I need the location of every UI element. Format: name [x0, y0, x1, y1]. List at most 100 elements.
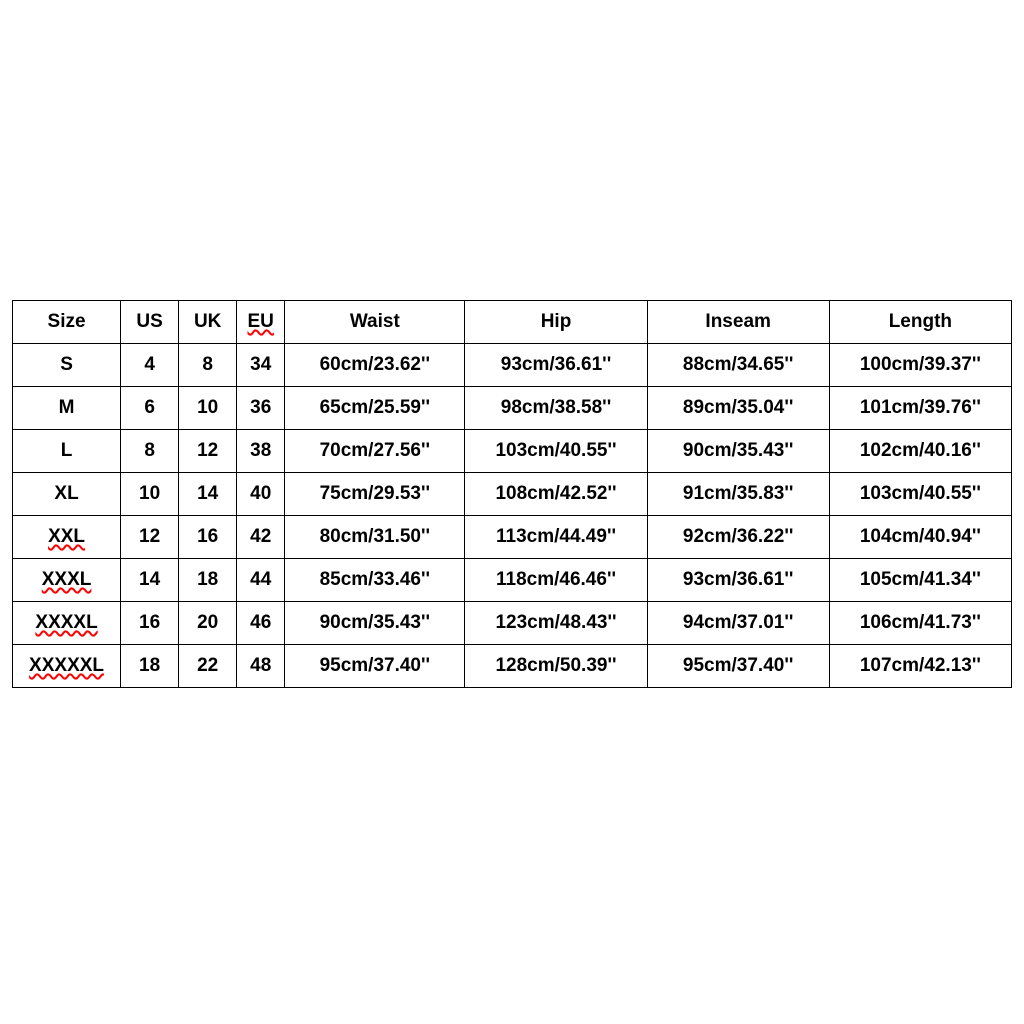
cell-eu: 44	[237, 559, 285, 602]
cell-text: 95cm/37.40''	[320, 655, 430, 676]
cell-text: 70cm/27.56''	[320, 440, 430, 461]
col-header-hip: Hip	[465, 301, 647, 344]
cell-text: 118cm/46.46''	[496, 569, 616, 590]
cell-text: 6	[144, 397, 155, 418]
cell-inseam: 93cm/36.61''	[647, 559, 829, 602]
cell-hip: 123cm/48.43''	[465, 602, 647, 645]
cell-text: 60cm/23.62''	[320, 354, 430, 375]
cell-uk: 12	[179, 430, 237, 473]
cell-text: XXL	[48, 526, 85, 547]
col-header-inseam: Inseam	[647, 301, 829, 344]
cell-length: 105cm/41.34''	[829, 559, 1011, 602]
header-text: EU	[248, 311, 274, 332]
cell-text: 123cm/48.43''	[495, 612, 616, 633]
cell-us: 4	[121, 344, 179, 387]
cell-text: 80cm/31.50''	[320, 526, 430, 547]
cell-text: 88cm/34.65''	[683, 354, 793, 375]
cell-text: 104cm/40.94''	[860, 526, 981, 547]
col-header-eu: EU	[237, 301, 285, 344]
cell-text: 22	[197, 655, 218, 676]
cell-text: 93cm/36.61''	[683, 569, 793, 590]
header-text: Length	[889, 311, 952, 332]
table-row: S 4 8 34 60cm/23.62'' 93cm/36.61'' 88cm/34.65'…	[13, 344, 1012, 387]
table-row: XL10144075cm/29.53''108cm/42.52''91cm/35…	[13, 473, 1012, 516]
cell-uk: 18	[179, 559, 237, 602]
cell-text: 10	[197, 397, 218, 418]
cell-size: XXXL	[13, 559, 121, 602]
cell-text: 94cm/37.01''	[683, 612, 793, 633]
cell-eu: 36	[237, 387, 285, 430]
cell-text: 103cm/40.55''	[860, 483, 981, 504]
cell-length: 102cm/40.16''	[829, 430, 1011, 473]
cell-waist: 80cm/31.50''	[285, 516, 465, 559]
cell-length: 103cm/40.55''	[829, 473, 1011, 516]
cell-text: 18	[197, 569, 218, 590]
cell-us: 10	[121, 473, 179, 516]
cell-text: 8	[202, 354, 213, 375]
cell-uk: 16	[179, 516, 237, 559]
cell-inseam: 94cm/37.01''	[647, 602, 829, 645]
cell-uk: 10	[179, 387, 237, 430]
cell-text: XXXXXL	[29, 655, 104, 676]
cell-us: 6	[121, 387, 179, 430]
cell-eu: 46	[237, 602, 285, 645]
cell-text: 42	[250, 526, 271, 547]
cell-eu: 38	[237, 430, 285, 473]
cell-text: 103cm/40.55''	[495, 440, 616, 461]
header-text: Hip	[541, 311, 572, 332]
cell-waist: 70cm/27.56''	[285, 430, 465, 473]
cell-hip: 118cm/46.46''	[465, 559, 647, 602]
cell-hip: 93cm/36.61''	[465, 344, 647, 387]
cell-text: 38	[250, 440, 271, 461]
cell-text: 128cm/50.39''	[495, 655, 616, 676]
cell-us: 16	[121, 602, 179, 645]
cell-text: 12	[139, 526, 160, 547]
table-row: XXXXXL 18 22 48 95cm/37.40'' 128cm/50.39'' 95c…	[13, 645, 1012, 688]
cell-text: L	[61, 440, 73, 461]
cell-text: 75cm/29.53''	[320, 483, 430, 504]
table-row: M 6 10 36 65cm/25.59'' 98cm/38.58'' 89cm/35.04…	[13, 387, 1012, 430]
cell-uk: 14	[179, 473, 237, 516]
cell-text: 107cm/42.13''	[860, 655, 981, 676]
col-header-length: Length	[829, 301, 1011, 344]
col-header-uk: UK	[179, 301, 237, 344]
cell-hip: 98cm/38.58''	[465, 387, 647, 430]
cell-inseam: 95cm/37.40''	[647, 645, 829, 688]
cell-text: 46	[250, 612, 271, 633]
cell-text: XXXL	[42, 569, 92, 590]
cell-text: 89cm/35.04''	[683, 397, 793, 418]
cell-text: 18	[139, 655, 160, 676]
cell-uk: 20	[179, 602, 237, 645]
cell-text: 65cm/25.59''	[320, 397, 430, 418]
cell-text: 101cm/39.76''	[860, 397, 981, 418]
cell-text: 14	[197, 483, 218, 504]
cell-size: M	[13, 387, 121, 430]
cell-text: 16	[139, 612, 160, 633]
cell-length: 104cm/40.94''	[829, 516, 1011, 559]
table-header-row: Size US UK EU Waist Hip Inseam Length	[13, 301, 1012, 344]
header-text: US	[136, 311, 162, 332]
cell-waist: 90cm/35.43''	[285, 602, 465, 645]
cell-text: 98cm/38.58''	[501, 397, 611, 418]
cell-text: 113cm/44.49''	[496, 526, 616, 547]
cell-length: 101cm/39.76''	[829, 387, 1011, 430]
cell-text: 48	[250, 655, 271, 676]
cell-hip: 108cm/42.52''	[465, 473, 647, 516]
cell-text: 36	[250, 397, 271, 418]
cell-us: 14	[121, 559, 179, 602]
cell-text: 16	[197, 526, 218, 547]
size-chart-table: Size US UK EU Waist Hip Inseam Length S 4…	[12, 300, 1012, 688]
cell-text: 85cm/33.46''	[320, 569, 430, 590]
cell-us: 12	[121, 516, 179, 559]
cell-text: 34	[250, 354, 271, 375]
cell-text: 92cm/36.22''	[683, 526, 793, 547]
cell-text: M	[59, 397, 75, 418]
cell-text: 105cm/41.34''	[860, 569, 981, 590]
cell-length: 107cm/42.13''	[829, 645, 1011, 688]
header-text: Inseam	[705, 311, 770, 332]
size-chart-container: Size US UK EU Waist Hip Inseam Length S 4…	[12, 300, 1012, 688]
cell-length: 100cm/39.37''	[829, 344, 1011, 387]
cell-text: S	[60, 354, 73, 375]
cell-uk: 22	[179, 645, 237, 688]
cell-waist: 75cm/29.53''	[285, 473, 465, 516]
